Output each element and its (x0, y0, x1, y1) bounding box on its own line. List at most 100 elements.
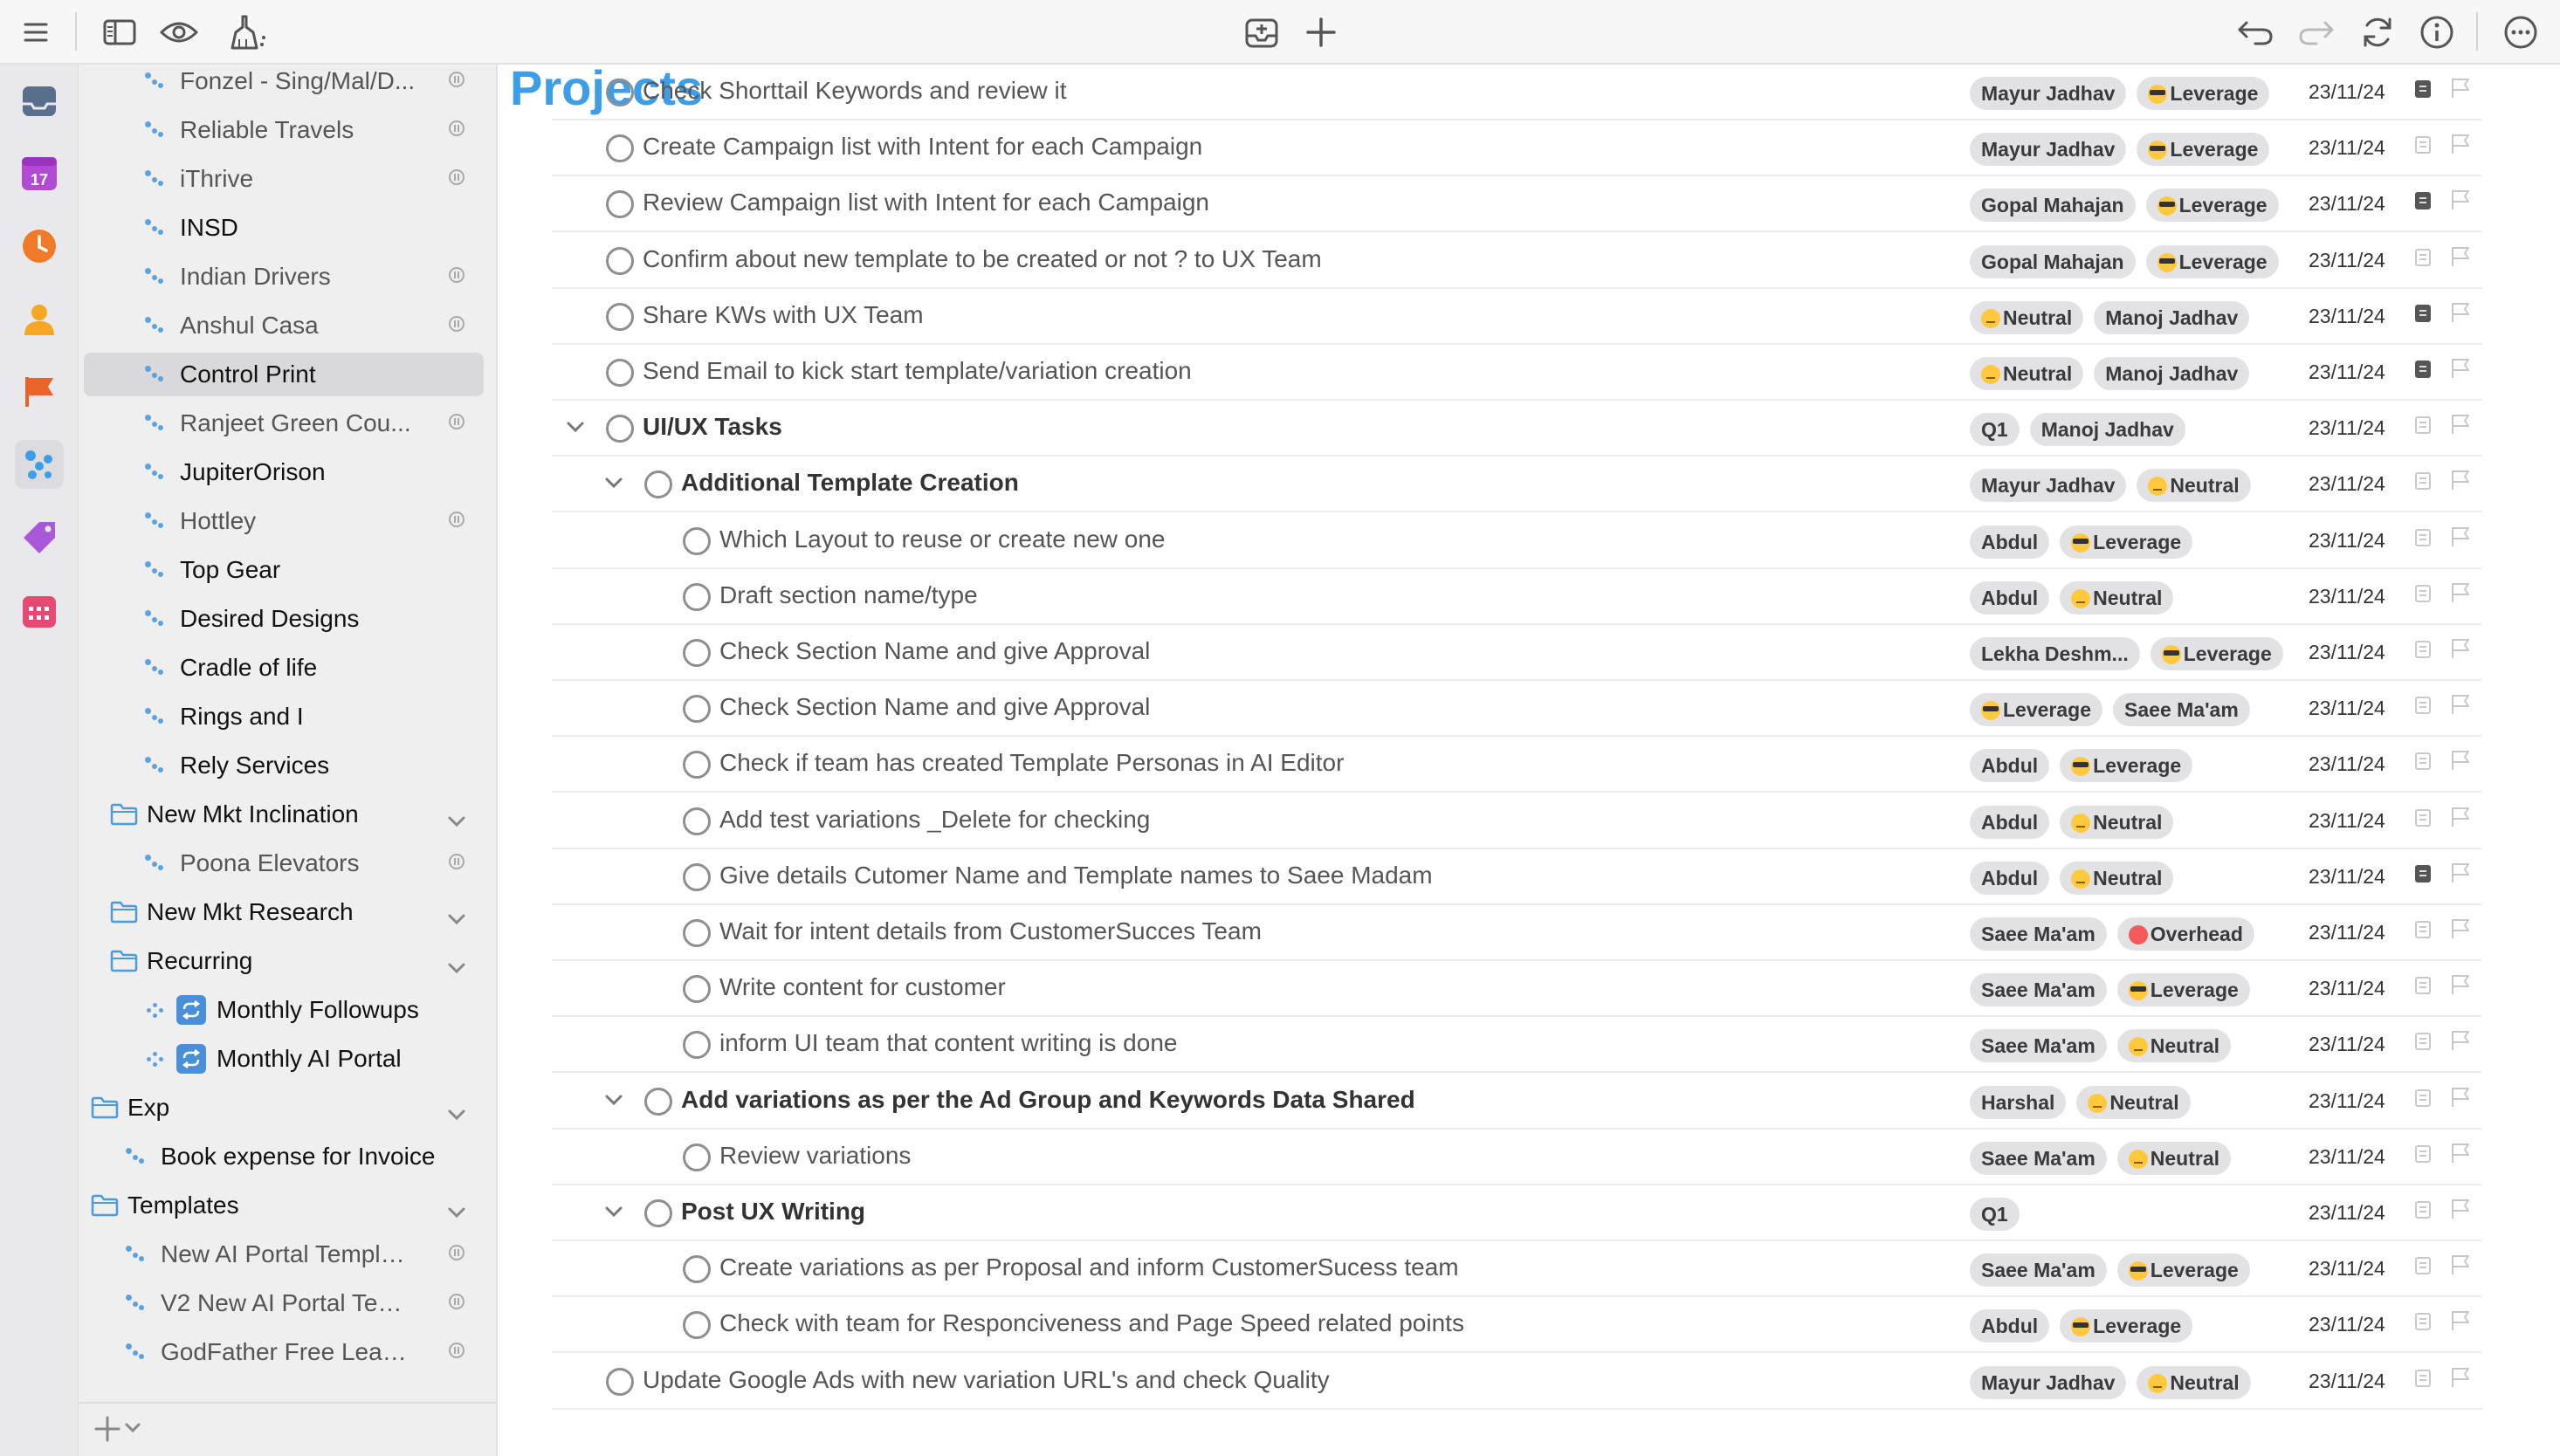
note-icon[interactable] (2415, 1089, 2431, 1107)
status-tag[interactable]: Leverage (2145, 189, 2279, 223)
tag[interactable]: Manoj Jadhav (2029, 413, 2185, 447)
task-checkbox[interactable] (683, 639, 711, 667)
tag[interactable]: Lekha Deshm... (1970, 637, 2140, 670)
note-icon[interactable] (2415, 1144, 2431, 1163)
tags-icon[interactable] (15, 513, 64, 562)
task-row[interactable]: Write content for customer Saee Ma'am Leve… (552, 961, 2481, 1018)
task-title[interactable]: Review variations (719, 1142, 911, 1170)
flag-icon[interactable] (2450, 357, 2471, 384)
task-row[interactable]: Check with team for Responciveness and P… (552, 1297, 2481, 1354)
forecast-calendar-icon[interactable]: 17 (15, 148, 64, 197)
sidebar-item[interactable]: Control Print (84, 353, 484, 396)
note-icon[interactable] (2415, 641, 2431, 658)
tag[interactable]: Gopal Mahajan (1970, 244, 2136, 278)
tag[interactable]: Mayur Jadhav (1970, 133, 2127, 167)
task-row[interactable]: UI/UX Tasks Q1 Manoj Jadhav 23/11/24 (552, 401, 2481, 457)
task-row[interactable]: Check Shorttail Keywords and review it Ma… (552, 65, 2481, 120)
flag-icon[interactable] (2450, 1142, 2471, 1169)
note-icon[interactable] (2415, 1257, 2431, 1275)
disclosure-chevron-icon[interactable] (604, 1205, 623, 1223)
task-title[interactable]: UI/UX Tasks (643, 413, 782, 441)
sidebar-item[interactable]: Monthly Followups (84, 988, 484, 1032)
status-tag[interactable]: Neutral (2060, 805, 2174, 839)
sidebar-item[interactable]: V2 New AI Portal Temp... (84, 1281, 484, 1325)
add-icon[interactable] (1297, 9, 1345, 56)
flag-icon[interactable] (2450, 133, 2471, 160)
note-icon[interactable] (2415, 752, 2431, 771)
disclosure-chevron-icon[interactable] (604, 476, 623, 494)
sidebar-item[interactable]: Ranjeet Green Cou... (84, 402, 484, 445)
note-icon[interactable] (2415, 248, 2431, 266)
tag[interactable]: Gopal Mahajan (1970, 189, 2136, 223)
tag[interactable]: Manoj Jadhav (2094, 357, 2250, 390)
clean-up-icon[interactable] (224, 9, 271, 56)
chevron-down-icon[interactable] (124, 1421, 141, 1439)
flag-icon[interactable] (2450, 189, 2471, 216)
note-icon[interactable] (2415, 584, 2431, 602)
flag-icon[interactable] (15, 367, 64, 416)
task-checkbox[interactable] (606, 302, 634, 331)
task-title[interactable]: Check Section Name and give Approval (719, 637, 1150, 665)
flag-icon[interactable] (2450, 301, 2471, 328)
task-row[interactable]: Draft section name/type Abdul Neutral 23/11… (552, 569, 2481, 625)
flag-icon[interactable] (2450, 1029, 2471, 1056)
sidebar-folder[interactable]: New Mkt Research (84, 890, 484, 934)
task-row[interactable]: Check Section Name and give Approval Leve… (552, 681, 2481, 738)
task-title[interactable]: Wait for intent details from CustomerSuc… (719, 917, 1262, 945)
sidebar-item[interactable]: JupiterOrison (84, 450, 484, 494)
note-icon[interactable] (2415, 416, 2431, 435)
task-row[interactable]: Create Campaign list with Intent for eac… (552, 120, 2481, 177)
flag-icon[interactable] (2450, 469, 2471, 496)
task-title[interactable]: inform UI team that content writing is d… (719, 1029, 1177, 1057)
task-title[interactable]: Send Email to kick start template/variat… (643, 357, 1192, 385)
inbox-icon[interactable] (15, 77, 64, 126)
task-row[interactable]: Check if team has created Template Perso… (552, 737, 2481, 793)
sidebar-item[interactable]: Hottley (84, 499, 484, 543)
tag[interactable]: Abdul (1970, 805, 2050, 839)
tag[interactable]: Mayur Jadhav (1970, 77, 2127, 110)
task-checkbox[interactable] (683, 975, 711, 1004)
task-row[interactable]: Confirm about new template to be created… (552, 233, 2481, 289)
flag-icon[interactable] (2450, 1366, 2471, 1393)
sidebar-item[interactable]: INSD (84, 206, 484, 250)
note-icon[interactable] (2415, 921, 2431, 938)
status-tag[interactable]: Leverage (2145, 244, 2279, 278)
sidebar-toggle-icon[interactable] (96, 9, 143, 56)
tag[interactable]: Saee Ma'am (2113, 693, 2250, 727)
task-title[interactable]: Give details Cutomer Name and Template n… (719, 862, 1433, 889)
task-row[interactable]: Review variations Saee Ma'am Neutral 23/11/… (552, 1130, 2481, 1185)
task-checkbox[interactable] (683, 1143, 711, 1171)
task-checkbox[interactable] (683, 807, 711, 835)
status-tag[interactable]: Neutral (2060, 580, 2174, 615)
task-row[interactable]: Post UX Writing Q1 23/11/24 (552, 1185, 2481, 1241)
task-title[interactable]: Add variations as per the Ad Group and K… (681, 1086, 1415, 1114)
task-checkbox[interactable] (606, 415, 634, 443)
flag-icon[interactable] (2450, 581, 2471, 608)
task-row[interactable]: Additional Template Creation Mayur Jadhav… (552, 457, 2481, 513)
task-checkbox[interactable] (683, 1255, 711, 1284)
flag-icon[interactable] (2450, 1198, 2471, 1225)
task-checkbox[interactable] (683, 695, 711, 724)
task-checkbox[interactable] (683, 919, 711, 947)
sidebar-item[interactable]: Fonzel - Sing/Mal/D... (84, 65, 484, 103)
status-tag[interactable]: Leverage (1970, 693, 2103, 727)
status-tag[interactable]: Neutral (2137, 1365, 2251, 1399)
task-row[interactable]: Update Google Ads with new variation URL… (552, 1354, 2481, 1410)
task-checkbox[interactable] (606, 190, 634, 219)
note-icon[interactable] (2415, 136, 2431, 155)
status-tag[interactable]: Leverage (2150, 637, 2283, 670)
task-checkbox[interactable] (606, 79, 634, 106)
tag[interactable]: Abdul (1970, 580, 2050, 615)
task-title[interactable]: Post UX Writing (681, 1198, 865, 1226)
tag[interactable]: Mayur Jadhav (1970, 1365, 2127, 1399)
note-icon[interactable] (2415, 361, 2431, 378)
flag-icon[interactable] (2450, 862, 2471, 889)
sidebar-item[interactable]: New AI Portal Template (84, 1233, 484, 1276)
sidebar-folder[interactable]: Recurring (84, 939, 484, 983)
chevron-down-icon[interactable] (447, 807, 466, 834)
status-tag[interactable]: Neutral (2116, 1141, 2232, 1175)
task-row[interactable]: Review Campaign list with Intent for eac… (552, 176, 2481, 233)
chevron-down-icon[interactable] (447, 904, 466, 932)
task-title[interactable]: Share KWs with UX Team (643, 301, 924, 329)
note-icon[interactable] (2415, 977, 2431, 995)
